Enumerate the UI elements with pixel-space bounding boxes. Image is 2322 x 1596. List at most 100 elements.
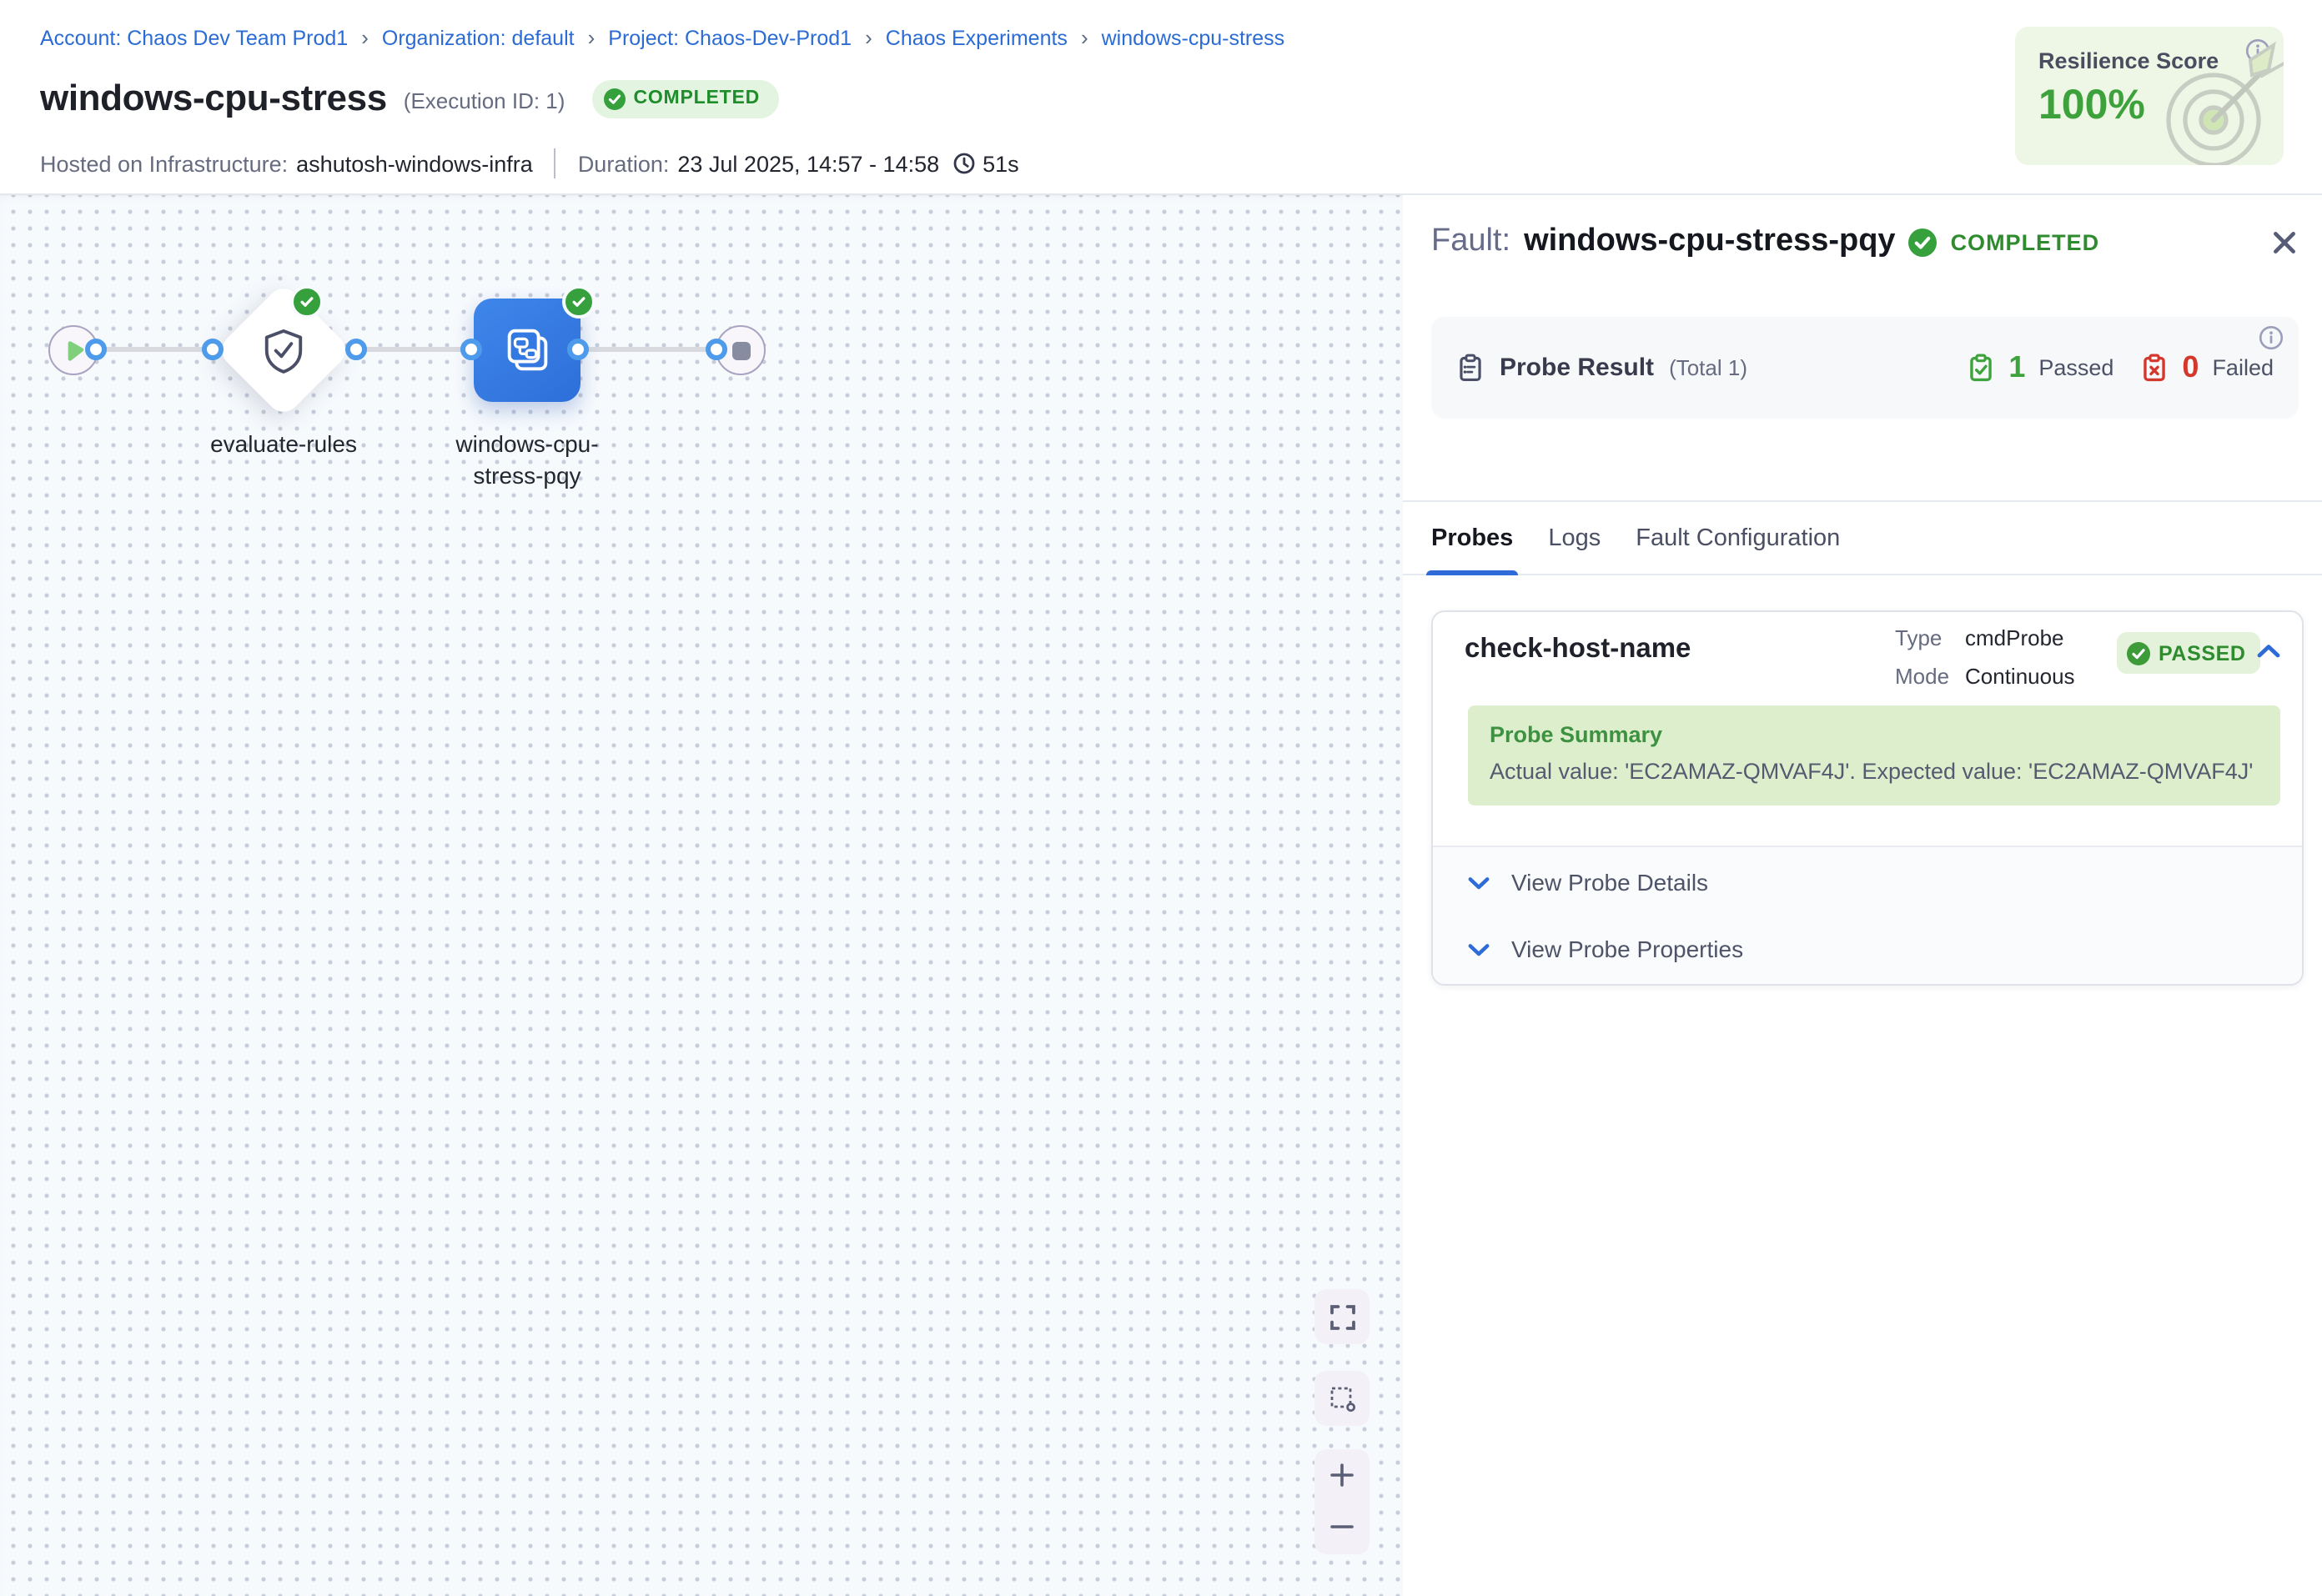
breadcrumb-project[interactable]: Project: Chaos-Dev-Prod1: [608, 26, 852, 49]
tab-logs[interactable]: Logs: [1548, 502, 1601, 574]
fault-name: windows-cpu-stress-pqy: [1524, 223, 1896, 260]
app-window: Account: Chaos Dev Team Prod1 › Organiza…: [0, 0, 2322, 1596]
marquee-select-icon: [1329, 1385, 1355, 1412]
fault-status-label: COMPLETED: [1951, 229, 2100, 254]
view-probe-properties-label: View Probe Properties: [1511, 936, 1743, 962]
connector-dot: [705, 339, 726, 360]
duration-label: Duration:: [578, 151, 670, 176]
info-icon[interactable]: [2259, 325, 2284, 359]
experiment-meta: Hosted on Infrastructure: ashutosh-windo…: [40, 148, 1019, 178]
breadcrumb-account[interactable]: Account: Chaos Dev Team Prod1: [40, 26, 348, 49]
breadcrumb-separator-icon: ›: [588, 25, 596, 50]
probe-type-label: Type: [1895, 620, 1965, 658]
plus-icon: [1329, 1463, 1354, 1488]
probe-mode-value: Continuous: [1965, 658, 2075, 695]
probe-result-counts: 1 Passed 0 Failed: [1967, 350, 2274, 385]
breadcrumb-separator-icon: ›: [361, 25, 369, 50]
zoom-out-button[interactable]: [1314, 1501, 1370, 1553]
view-probe-properties[interactable]: View Probe Properties: [1468, 936, 1743, 962]
connector-dot: [84, 339, 106, 360]
view-probe-details[interactable]: View Probe Details: [1468, 869, 1708, 896]
experiment-status-label: COMPLETED: [633, 88, 760, 108]
breadcrumb: Account: Chaos Dev Team Prod1 › Organiza…: [40, 25, 1284, 50]
node-label-evaluate-rules: evaluate-rules: [183, 429, 384, 459]
infrastructure-name: ashutosh-windows-infra: [296, 151, 533, 176]
edge-evaluate-to-fault: [355, 347, 472, 352]
minus-icon: [1329, 1514, 1354, 1539]
breadcrumb-separator-icon: ›: [1081, 25, 1088, 50]
probe-type-value: cmdProbe: [1965, 620, 2064, 658]
breadcrumb-current[interactable]: windows-cpu-stress: [1102, 26, 1285, 49]
fault-details-panel: Fault: windows-cpu-stress-pqy COMPLETED …: [1403, 193, 2322, 1596]
page-header: Account: Chaos Dev Team Prod1 › Organiza…: [0, 0, 2322, 195]
chevron-down-icon: [1468, 875, 1490, 890]
connector-dot: [201, 339, 223, 360]
target-arrow-illustration: [2154, 33, 2284, 165]
clipboard-x-icon: [2140, 354, 2169, 382]
probe-status-badge: PASSED: [2117, 632, 2261, 674]
chevron-down-icon: [1468, 941, 1490, 956]
connector-dot: [566, 339, 588, 360]
probe-summary-box: Probe Summary Actual value: 'EC2AMAZ-QMV…: [1468, 705, 2280, 806]
hosted-label: Hosted on Infrastructure:: [40, 151, 288, 176]
node-windows-cpu-stress-pqy[interactable]: [474, 299, 580, 402]
resilience-score-value: 100%: [2038, 82, 2145, 130]
probe-result-summary: Probe Result (Total 1) 1 Passed 0 Failed: [1431, 317, 2299, 419]
duration-value: 23 Jul 2025, 14:57 - 14:58: [677, 151, 939, 176]
chevron-up-icon[interactable]: [2257, 644, 2280, 659]
probe-mode-label: Mode: [1895, 658, 1965, 695]
probe-summary-text: Actual value: 'EC2AMAZ-QMVAF4J'. Expecte…: [1490, 759, 2259, 784]
node-label-windows-cpu-stress-pqy: windows-cpu-stress-pqy: [424, 429, 631, 490]
failed-count: 0: [2182, 350, 2199, 385]
probe-links-area: View Probe Details View Probe Properties: [1433, 846, 2302, 984]
tab-probes[interactable]: Probes: [1431, 502, 1513, 574]
experiment-status-badge: COMPLETED: [591, 79, 778, 118]
duration-elapsed: 51s: [983, 151, 1019, 176]
connector-dot: [344, 339, 366, 360]
probe-card: check-host-name Type cmdProbe Mode Conti…: [1431, 610, 2304, 986]
pipeline-canvas[interactable]: evaluate-rules windows-cpu-stress-pqy: [0, 193, 1403, 1596]
check-circle-icon: [603, 88, 625, 109]
close-icon[interactable]: [2270, 228, 2299, 257]
selection-mode-button[interactable]: [1314, 1371, 1370, 1426]
breadcrumb-separator-icon: ›: [865, 25, 872, 50]
breadcrumb-chaos-experiments[interactable]: Chaos Experiments: [886, 26, 1068, 49]
probe-result-title: Probe Result: [1500, 354, 1654, 382]
fault-header: Fault: windows-cpu-stress-pqy COMPLETED: [1431, 223, 2099, 260]
page-title: windows-cpu-stress: [40, 77, 387, 120]
clipboard-icon: [1456, 354, 1485, 382]
view-probe-details-label: View Probe Details: [1511, 869, 1708, 896]
resilience-score-card: Resilience Score 100%: [2015, 27, 2284, 165]
tab-fault-configuration[interactable]: Fault Configuration: [1636, 502, 1840, 574]
passed-count: 1: [2008, 350, 2025, 385]
probe-name: check-host-name: [1465, 634, 1691, 665]
edge-fault-to-end: [577, 347, 717, 352]
chaos-fault-icon: [500, 323, 555, 378]
check-circle-icon: [1909, 228, 1938, 256]
edge-start-to-evaluate: [95, 347, 212, 352]
meta-divider: [555, 148, 556, 178]
stop-icon: [731, 341, 750, 359]
clipboard-check-icon: [1967, 354, 1995, 382]
fault-label: Fault:: [1431, 223, 1510, 260]
zoom-in-button[interactable]: [1314, 1449, 1370, 1501]
connector-dot: [460, 339, 481, 360]
shield-check-icon: [261, 326, 306, 374]
probe-status-label: PASSED: [2159, 641, 2246, 665]
probe-summary-title: Probe Summary: [1490, 722, 2259, 747]
success-check-badge: [562, 285, 596, 319]
fullscreen-button[interactable]: [1314, 1289, 1370, 1344]
success-check-badge: [290, 285, 324, 319]
failed-label: Failed: [2212, 355, 2274, 380]
clock-icon: [952, 152, 976, 175]
probe-result-total: (Total 1): [1669, 355, 1747, 380]
zoom-control: [1314, 1449, 1370, 1554]
title-row: windows-cpu-stress (Execution ID: 1) COM…: [40, 77, 778, 120]
passed-label: Passed: [2038, 355, 2113, 380]
probe-meta: Type cmdProbe Mode Continuous: [1895, 620, 2075, 695]
fault-tabs: Probes Logs Fault Configuration: [1403, 500, 2322, 575]
execution-id: (Execution ID: 1): [404, 88, 565, 113]
node-evaluate-rules[interactable]: [215, 282, 352, 419]
breadcrumb-organization[interactable]: Organization: default: [382, 26, 575, 49]
check-circle-icon: [2127, 641, 2150, 665]
